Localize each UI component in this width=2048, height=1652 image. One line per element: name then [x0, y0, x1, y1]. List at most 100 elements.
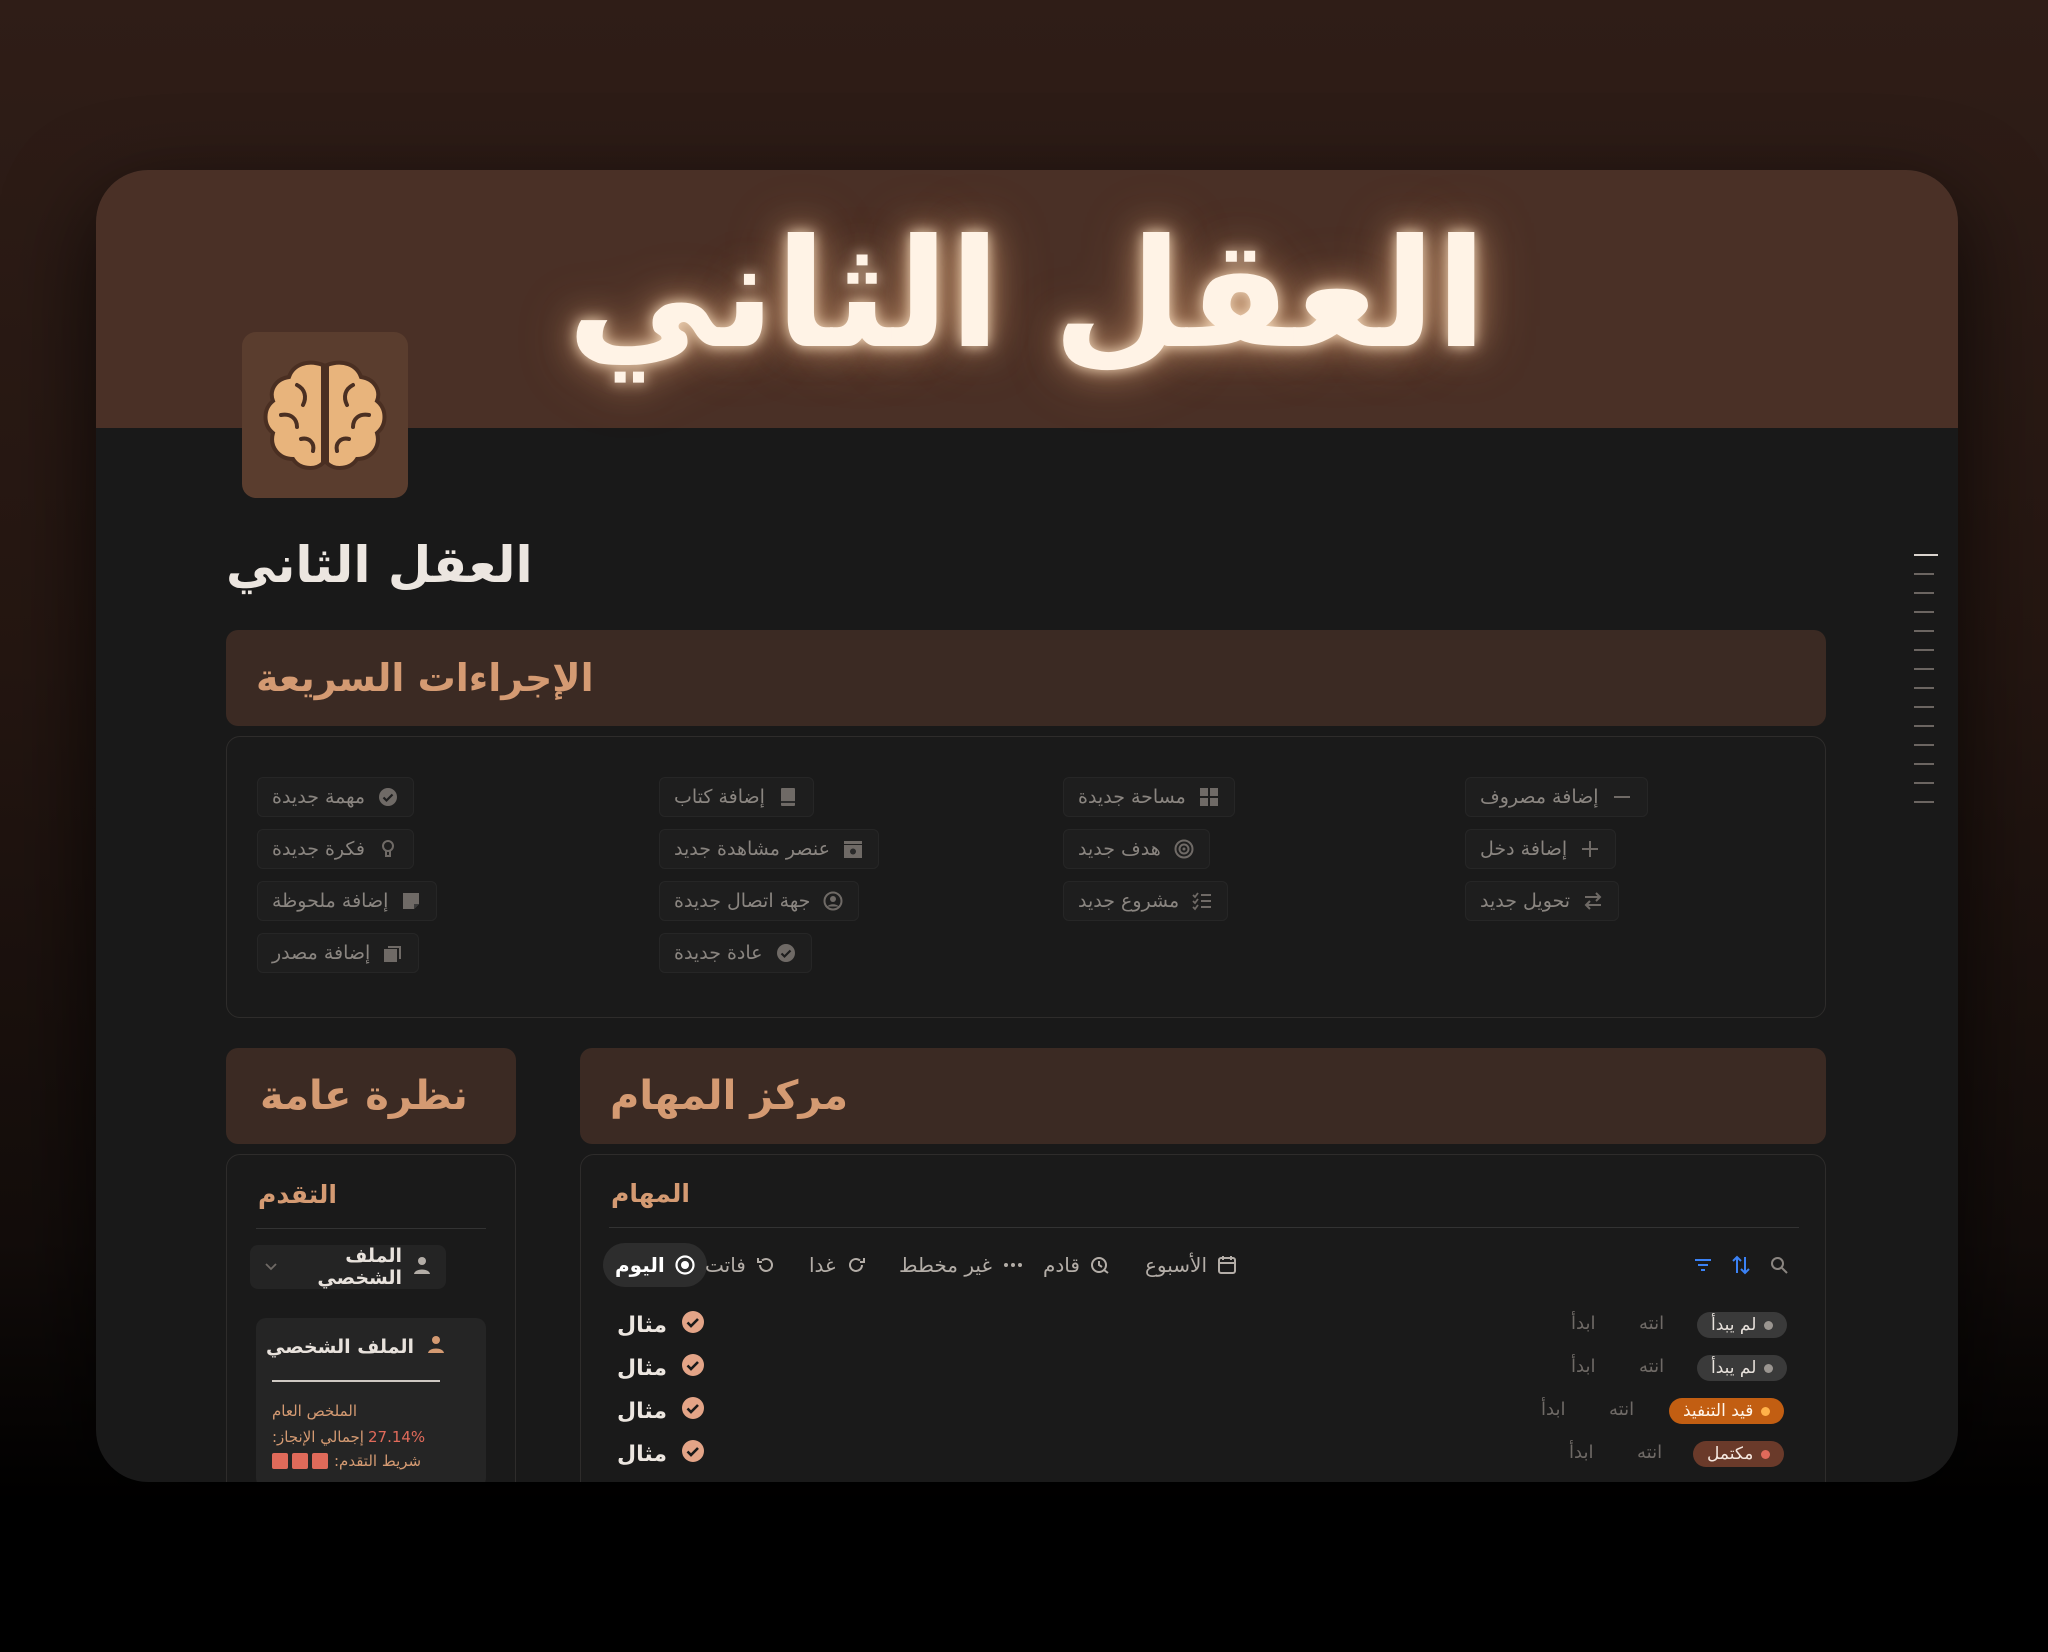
progress-label: التقدم [258, 1180, 337, 1209]
search-icon[interactable] [1769, 1255, 1789, 1279]
tab-label: غدا [809, 1253, 836, 1277]
check-circle-icon [377, 786, 399, 808]
check-circle-icon[interactable] [681, 1310, 705, 1340]
history-icon [756, 1255, 776, 1275]
app-window: العقل الثاني العقل الثاني الإجراءات السر… [96, 170, 1958, 1482]
tasks-panel: المهام اليوم فاتت غدا غير مخطط قادم الأس… [580, 1154, 1826, 1482]
task-name: مثال [617, 1305, 705, 1345]
new-idea-button[interactable]: فكرة جديدة [257, 829, 414, 869]
summary-label: الملخص العام [272, 1402, 358, 1420]
page-title: العقل الثاني [226, 536, 533, 594]
checklist-icon [1191, 890, 1213, 912]
tab-label: اليوم [615, 1253, 665, 1277]
tab-label: فاتت [705, 1253, 746, 1277]
qa-label: مهمة جديدة [272, 786, 366, 808]
finish-button[interactable]: انته [1639, 1313, 1664, 1334]
add-expense-button[interactable]: إضافة مصروف [1465, 777, 1648, 817]
new-project-button[interactable]: مشروع جديد [1063, 881, 1229, 921]
record-icon [675, 1255, 695, 1275]
tasks-title: مركز المهام [610, 1073, 849, 1119]
progress-bar-label: شريط التقدم: [334, 1452, 422, 1470]
check-circle-icon[interactable] [681, 1353, 705, 1383]
finish-button[interactable]: انته [1639, 1356, 1664, 1377]
tab-label: الأسبوع [1145, 1253, 1208, 1277]
add-book-button[interactable]: إضافة كتاب [659, 777, 814, 817]
start-button[interactable]: ابدأ [1571, 1356, 1595, 1377]
note-icon [400, 890, 422, 912]
table-row[interactable]: مثال ابدأ انته قيد التنفيذ [581, 1391, 1825, 1431]
status-badge[interactable]: لم يبدأ [1697, 1355, 1788, 1381]
start-button[interactable]: ابدأ [1541, 1399, 1565, 1420]
new-goal-button[interactable]: هدف جديد [1063, 829, 1210, 869]
new-contact-button[interactable]: جهة اتصال جديدة [659, 881, 860, 921]
tab-overdue[interactable]: فاتت [693, 1243, 788, 1287]
swap-icon [1582, 890, 1604, 912]
task-name: مثال [617, 1348, 705, 1388]
new-transfer-button[interactable]: تحويل جديد [1465, 881, 1620, 921]
status-text: قيد التنفيذ [1683, 1401, 1754, 1421]
progress-bar [272, 1453, 328, 1469]
table-row[interactable]: مثال ابدأ انته مكتمل [581, 1434, 1825, 1474]
tab-upcoming[interactable]: قادم [1031, 1243, 1122, 1287]
filter-icon[interactable] [1693, 1255, 1713, 1279]
finish-button[interactable]: انته [1609, 1399, 1634, 1420]
tab-label: غير مخطط [899, 1253, 992, 1277]
profile-card-title: الملف الشخصي [265, 1335, 414, 1358]
task-name-text: مثال [617, 1355, 667, 1381]
status-dot [1764, 1363, 1774, 1373]
check-circle-icon[interactable] [681, 1396, 705, 1426]
tab-tomorrow[interactable]: غدا [797, 1243, 878, 1287]
profile-dropdown-label: الملف الشخصي [317, 1245, 402, 1289]
tab-today[interactable]: اليوم [603, 1243, 707, 1287]
dots-icon [1002, 1255, 1024, 1275]
profile-card[interactable]: الملف الشخصي الملخص العام 27.14% إجمالي … [256, 1318, 486, 1482]
tab-label: قادم [1043, 1253, 1080, 1277]
tab-unplanned[interactable]: غير مخطط [887, 1243, 1036, 1287]
start-button[interactable]: ابدأ [1569, 1442, 1593, 1463]
minus-icon [1611, 786, 1633, 808]
check-badge-icon [775, 942, 797, 964]
new-watch-item-button[interactable]: عنصر مشاهدة جديد [659, 829, 879, 869]
quick-actions-panel: مهمة جديدة فكرة جديدة إضافة ملحوظة إضافة… [226, 736, 1826, 1018]
task-name: مثال [617, 1391, 705, 1431]
completion-label: إجمالي الإنجاز: [272, 1428, 364, 1446]
outline-rail[interactable] [1914, 554, 1938, 820]
qa-label: مشروع جديد [1078, 890, 1180, 912]
tasks-list-label: المهام [611, 1179, 690, 1208]
tasks-header: مركز المهام [580, 1048, 1826, 1144]
start-button[interactable]: ابدأ [1571, 1313, 1595, 1334]
table-row[interactable]: مثال ابدأ انته لم يبدأ [581, 1305, 1825, 1345]
user-icon [412, 1255, 432, 1280]
add-income-button[interactable]: إضافة دخل [1465, 829, 1617, 869]
qa-label: مساحة جديدة [1078, 786, 1186, 808]
brain-icon[interactable] [242, 332, 408, 498]
status-badge[interactable]: لم يبدأ [1697, 1312, 1788, 1338]
add-note-button[interactable]: إضافة ملحوظة [257, 881, 438, 921]
calendar-icon [1217, 1255, 1237, 1275]
add-source-button[interactable]: إضافة مصدر [257, 933, 420, 973]
profile-dropdown[interactable]: الملف الشخصي [250, 1245, 446, 1289]
status-badge[interactable]: قيد التنفيذ [1669, 1398, 1785, 1424]
finish-button[interactable]: انته [1637, 1442, 1662, 1463]
sort-icon[interactable] [1731, 1255, 1751, 1279]
target-icon [1173, 838, 1195, 860]
new-habit-button[interactable]: عادة جديدة [659, 933, 812, 973]
new-space-button[interactable]: مساحة جديدة [1063, 777, 1235, 817]
completion-value: 27.14% [367, 1428, 426, 1446]
stack-icon [382, 942, 404, 964]
qa-label: إضافة مصروف [1480, 786, 1599, 808]
new-task-button[interactable]: مهمة جديدة [257, 777, 415, 817]
status-badge[interactable]: مكتمل [1693, 1441, 1785, 1467]
table-row[interactable]: مثال ابدأ انته لم يبدأ [581, 1348, 1825, 1388]
task-name-text: مثال [617, 1398, 667, 1424]
qa-label: فكرة جديدة [272, 838, 365, 860]
qa-label: جهة اتصال جديدة [674, 890, 811, 912]
check-circle-icon[interactable] [681, 1439, 705, 1469]
qa-label: إضافة ملحوظة [272, 890, 389, 912]
tab-week[interactable]: الأسبوع [1133, 1243, 1249, 1287]
task-name-text: مثال [617, 1441, 667, 1467]
progress-bar-line: شريط التقدم: [272, 1452, 421, 1470]
qa-label: تحويل جديد [1480, 890, 1571, 912]
status-text: لم يبدأ [1711, 1315, 1757, 1335]
qa-label: عنصر مشاهدة جديد [674, 838, 830, 860]
